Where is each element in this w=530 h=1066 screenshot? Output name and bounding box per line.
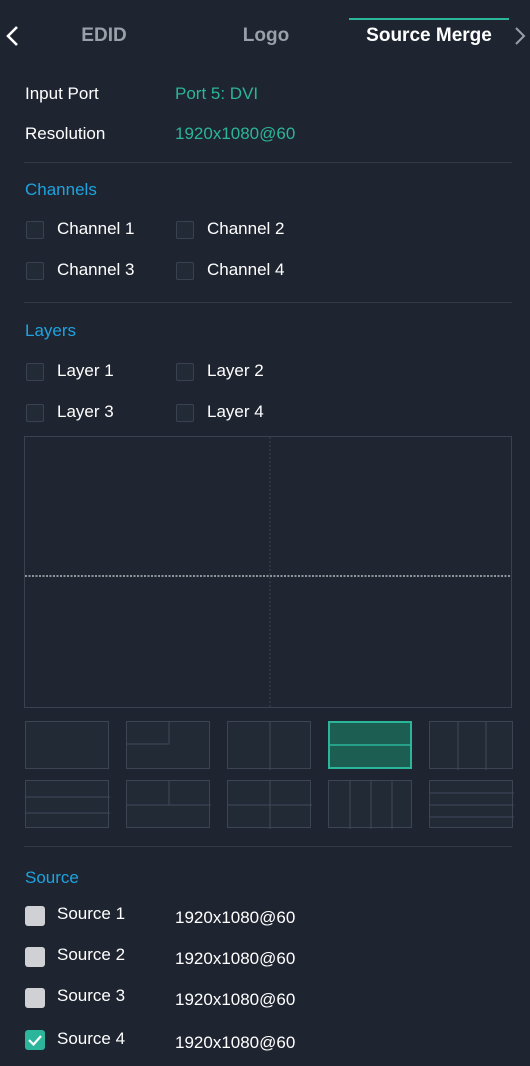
layout-three-rows-icon	[26, 796, 110, 814]
layout-pip-icon	[127, 722, 170, 745]
channel-3-checkbox[interactable]	[26, 262, 44, 280]
layout-preset-split-horizontal[interactable]	[328, 721, 412, 769]
channels-title: Channels	[25, 180, 97, 199]
layout-preset-single[interactable]	[25, 721, 109, 769]
layer-1-checkbox[interactable]	[26, 363, 44, 381]
layout-four-rows-icon	[430, 792, 514, 818]
layer-2-label: Layer 2	[207, 361, 264, 380]
layout-split-vertical-icon	[269, 722, 271, 770]
checkmark-icon	[28, 1035, 42, 1047]
source-3-resolution: 1920x1080@60	[175, 990, 296, 1009]
layer-2-checkbox[interactable]	[176, 363, 194, 381]
layer-4-label: Layer 4	[207, 402, 264, 421]
divider	[24, 846, 512, 847]
layer-3-checkbox[interactable]	[26, 404, 44, 422]
chevron-right-icon	[514, 27, 525, 45]
tab-bar: EDID Logo Source Merge	[0, 0, 530, 72]
source-4-resolution: 1920x1080@60	[175, 1033, 296, 1052]
divider	[24, 302, 512, 303]
tab-source-merge[interactable]: Source Merge	[349, 0, 509, 72]
layout-top-split-icon	[127, 781, 211, 806]
channel-3-label: Channel 3	[57, 260, 135, 279]
tab-edid[interactable]: EDID	[24, 0, 184, 72]
preview-grid	[25, 437, 511, 707]
layer-4-checkbox[interactable]	[176, 404, 194, 422]
source-3-label: Source 3	[57, 986, 126, 1005]
layout-preset-pip[interactable]	[126, 721, 210, 769]
source-title: Source	[25, 868, 79, 887]
layout-preset-four-columns[interactable]	[328, 780, 412, 829]
layer-1-label: Layer 1	[57, 361, 114, 380]
layout-preset-split-vertical[interactable]	[227, 721, 311, 770]
layout-preset-quad[interactable]	[227, 780, 312, 829]
layers-title: Layers	[25, 321, 77, 340]
layout-preset-three-rows[interactable]	[25, 780, 110, 828]
tab-next-button[interactable]	[509, 0, 530, 72]
input-port-value: Port 5: DVI	[175, 84, 259, 103]
layout-quad-icon	[228, 781, 312, 829]
source-2-label: Source 2	[57, 945, 126, 964]
source-1-resolution: 1920x1080@60	[175, 908, 296, 927]
layout-split-horizontal-icon	[330, 744, 410, 746]
channel-2-label: Channel 2	[207, 219, 285, 238]
source-1-checkbox[interactable]	[25, 906, 45, 926]
source-2-checkbox[interactable]	[25, 947, 45, 967]
divider	[24, 162, 512, 163]
source-4-checkbox[interactable]	[25, 1030, 45, 1050]
tab-logo[interactable]: Logo	[186, 0, 346, 72]
source-3-checkbox[interactable]	[25, 988, 45, 1008]
source-4-label: Source 4	[57, 1029, 126, 1048]
layout-preset-top-split[interactable]	[126, 780, 211, 828]
tab-prev-button[interactable]	[0, 0, 24, 72]
resolution-label: Resolution	[25, 124, 106, 143]
layout-three-columns-icon	[457, 722, 487, 770]
source-merge-panel: EDID Logo Source Merge Input Port Port 5…	[0, 0, 530, 1066]
channel-2-checkbox[interactable]	[176, 221, 194, 239]
active-tab-indicator	[349, 18, 509, 20]
layout-preset-three-columns[interactable]	[429, 721, 513, 770]
channel-1-label: Channel 1	[57, 219, 135, 238]
layout-preset-four-rows[interactable]	[429, 780, 514, 828]
merge-preview-canvas[interactable]	[24, 436, 512, 708]
layer-3-label: Layer 3	[57, 402, 114, 421]
layout-four-columns-icon	[349, 781, 393, 829]
chevron-left-icon	[6, 26, 18, 46]
resolution-value: 1920x1080@60	[175, 124, 296, 143]
channel-4-checkbox[interactable]	[176, 262, 194, 280]
input-port-label: Input Port	[25, 84, 99, 103]
source-1-label: Source 1	[57, 904, 126, 923]
channel-4-label: Channel 4	[207, 260, 285, 279]
source-2-resolution: 1920x1080@60	[175, 949, 296, 968]
channel-1-checkbox[interactable]	[26, 221, 44, 239]
